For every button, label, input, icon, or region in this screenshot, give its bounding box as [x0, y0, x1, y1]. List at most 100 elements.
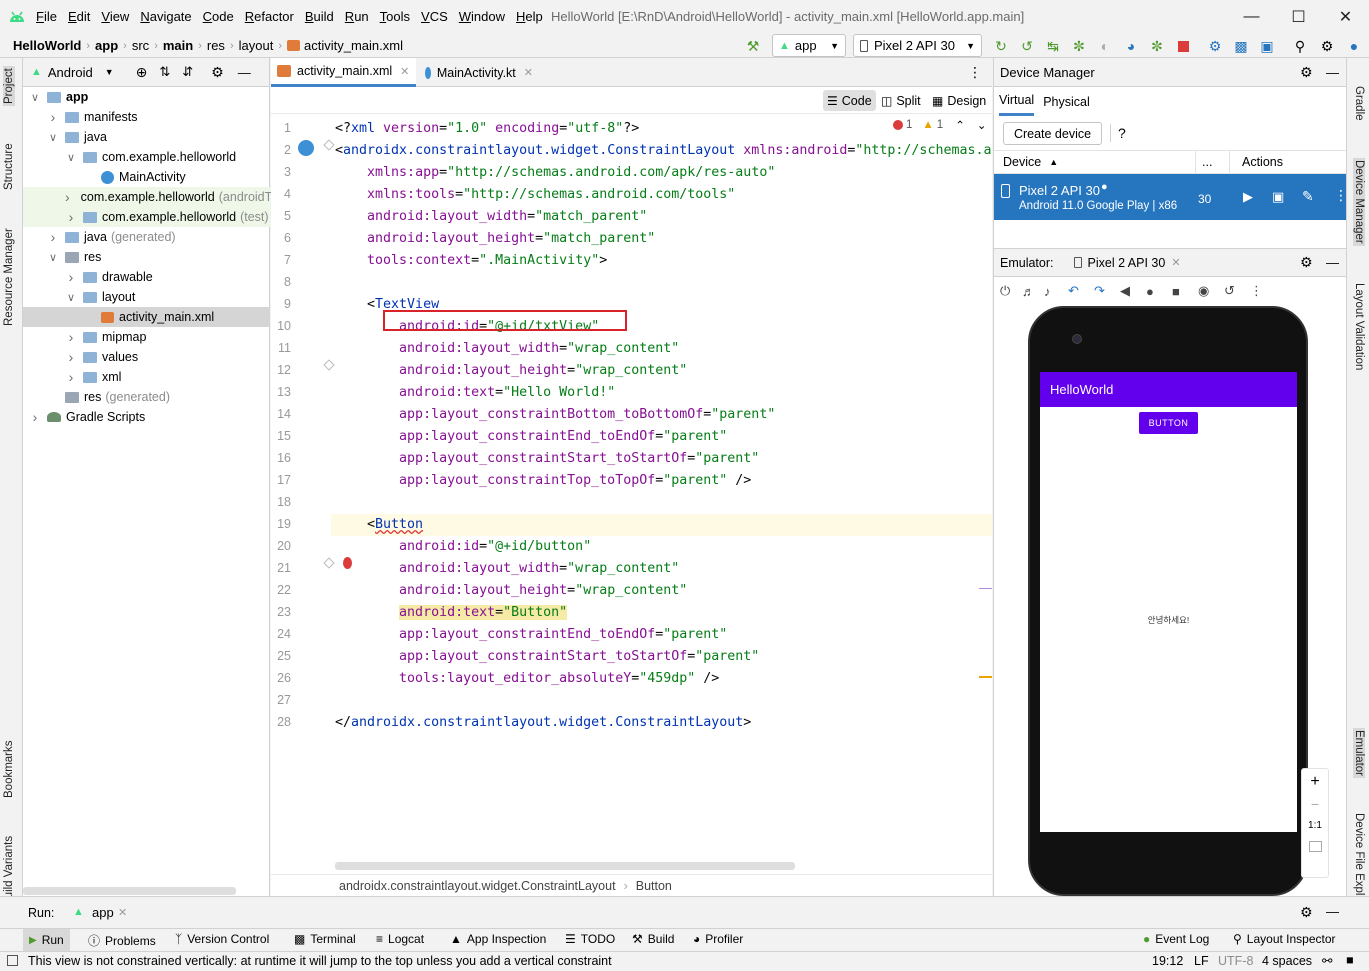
- code-line[interactable]: android:layout_height="match_parent": [335, 228, 655, 250]
- tree-item[interactable]: ∨ layout: [23, 287, 270, 307]
- status-message[interactable]: This view is not constrained vertically:…: [28, 954, 612, 968]
- menu-view[interactable]: View: [101, 9, 129, 24]
- tree-item[interactable]: › mipmap: [23, 327, 270, 347]
- chevron-down-icon[interactable]: ∨: [65, 291, 77, 304]
- folder-icon[interactable]: ▣: [1272, 189, 1284, 205]
- tree-item[interactable]: › values: [23, 347, 270, 367]
- resource-manager-tool-tab[interactable]: Resource Manager: [3, 228, 15, 326]
- logcat-tool-button[interactable]: ≡ Logcat: [376, 932, 424, 946]
- menu-file[interactable]: File: [36, 9, 57, 24]
- hide-panel-icon[interactable]: —: [238, 65, 251, 80]
- memory-indicator-icon[interactable]: ■: [1346, 953, 1354, 967]
- back-icon[interactable]: ◀: [1120, 283, 1146, 299]
- todo-tool-button[interactable]: ☰ TODO: [565, 932, 615, 946]
- chevron-right-icon[interactable]: ›: [65, 269, 77, 285]
- chevron-right-icon[interactable]: ›: [65, 349, 77, 365]
- run-config-tab[interactable]: app: [92, 905, 114, 920]
- tab-virtual[interactable]: Virtual: [999, 87, 1035, 116]
- code-line[interactable]: </androidx.constraintlayout.widget.Const…: [335, 712, 751, 734]
- hide-panel-icon[interactable]: —: [1326, 255, 1339, 270]
- tree-item[interactable]: ∨ app: [23, 87, 270, 107]
- project-tool-tab[interactable]: Project: [3, 66, 15, 106]
- close-tab-icon[interactable]: ✕: [524, 66, 533, 79]
- settings-icon[interactable]: ⚙: [1318, 37, 1336, 55]
- chevron-right-icon[interactable]: ›: [47, 109, 59, 125]
- play-icon[interactable]: ▶: [1243, 189, 1253, 205]
- column-device[interactable]: Device: [1003, 155, 1041, 169]
- inspection-widget[interactable]: 1 ▲ 1 ⌃ ⌄: [893, 118, 986, 132]
- code-line[interactable]: app:layout_constraintEnd_toEndOf="parent…: [335, 624, 727, 646]
- code-line[interactable]: android:text="Hello World!": [335, 382, 615, 404]
- column-actions[interactable]: Actions: [1242, 155, 1283, 169]
- close-tab-icon[interactable]: ✕: [1171, 256, 1180, 269]
- tree-item[interactable]: › xml: [23, 367, 270, 387]
- bookmarks-tool-tab[interactable]: Bookmarks: [3, 740, 15, 798]
- code-line[interactable]: app:layout_constraintStart_toStartOf="pa…: [335, 646, 759, 668]
- version-control-tool-button[interactable]: ᛉ Version Control: [175, 932, 269, 946]
- close-tab-icon[interactable]: ✕: [400, 65, 409, 78]
- event-log-tool-button[interactable]: ● Event Log: [1143, 932, 1209, 946]
- tree-item[interactable]: › java (generated): [23, 227, 270, 247]
- column-api[interactable]: ...: [1202, 155, 1212, 169]
- device-select[interactable]: Pixel 2 API 30 ▼: [853, 34, 982, 57]
- build-tool-button[interactable]: ⚒ Build: [632, 932, 674, 946]
- apply-changes-icon[interactable]: ↺: [1018, 37, 1036, 55]
- tree-item[interactable]: › com.example.helloworld (test): [23, 207, 270, 227]
- apply-code-changes-icon[interactable]: ↹: [1044, 37, 1062, 55]
- fold-icon[interactable]: [323, 557, 335, 569]
- tree-item[interactable]: › Gradle Scripts: [23, 407, 270, 427]
- code-line[interactable]: xmlns:app="http://schemas.android.com/ap…: [335, 162, 775, 184]
- lock-icon[interactable]: ⚯: [1322, 953, 1332, 968]
- menu-refactor[interactable]: Refactor: [245, 9, 294, 24]
- collapse-all-icon[interactable]: ⇵: [182, 64, 193, 80]
- horizontal-scrollbar[interactable]: [23, 887, 236, 895]
- stop-icon[interactable]: [1174, 37, 1192, 55]
- chevron-right-icon[interactable]: ›: [65, 209, 77, 225]
- tab-activity-main-xml[interactable]: activity_main.xml ✕: [271, 58, 416, 87]
- breadcrumb-item[interactable]: HelloWorld: [13, 38, 81, 53]
- tree-item[interactable]: ∨ java: [23, 127, 270, 147]
- chevron-right-icon[interactable]: ›: [47, 229, 59, 245]
- code-line[interactable]: app:layout_constraintStart_toStartOf="pa…: [335, 448, 759, 470]
- hammer-icon[interactable]: ⚒: [744, 37, 762, 55]
- tree-item[interactable]: ∨ res: [23, 247, 270, 267]
- breadcrumb-item[interactable]: src: [132, 38, 149, 53]
- hide-panel-icon[interactable]: —: [1326, 65, 1339, 80]
- settings-icon[interactable]: ⚙: [1300, 904, 1313, 921]
- gradle-tool-tab[interactable]: Gradle: [1353, 86, 1365, 121]
- run-tool-button[interactable]: ▶ Run: [23, 929, 70, 951]
- tree-item[interactable]: ∨ com.example.helloworld: [23, 147, 270, 167]
- chevron-right-icon[interactable]: ›: [65, 329, 77, 345]
- code-line[interactable]: app:layout_constraintTop_toTopOf="parent…: [335, 470, 751, 492]
- search-icon[interactable]: ⚲: [1291, 37, 1309, 55]
- emulator-tool-tab[interactable]: Emulator: [1353, 728, 1365, 779]
- volume-down-icon[interactable]: ♪: [1044, 284, 1068, 299]
- attach-debugger-icon[interactable]: ✼: [1148, 37, 1166, 55]
- device-manager-icon[interactable]: ▩: [1232, 37, 1250, 55]
- coverage-icon[interactable]: ◐: [1096, 37, 1114, 55]
- breadcrumb-item[interactable]: layout: [239, 38, 274, 53]
- code-line[interactable]: android:layout_height="wrap_content": [335, 360, 687, 382]
- menu-run[interactable]: Run: [345, 9, 369, 24]
- menu-edit[interactable]: Edit: [68, 9, 90, 24]
- snapshot-icon[interactable]: ↺: [1224, 283, 1250, 299]
- device-manager-tool-tab[interactable]: Device Manager: [1353, 158, 1365, 246]
- layout-validation-tool-tab[interactable]: Layout Validation: [1353, 283, 1365, 370]
- menu-code[interactable]: Code: [203, 9, 234, 24]
- menu-build[interactable]: Build: [305, 9, 334, 24]
- settings-icon[interactable]: ⚙: [1300, 254, 1313, 271]
- volume-up-icon[interactable]: ♬: [1022, 284, 1044, 299]
- sdk-manager-icon[interactable]: ▣: [1258, 37, 1276, 55]
- chevron-down-icon[interactable]: ∨: [47, 131, 59, 144]
- debug-icon[interactable]: ✼: [1070, 37, 1088, 55]
- caret-position[interactable]: 19:12: [1152, 954, 1183, 968]
- code-line[interactable]: android:text="Button": [335, 602, 568, 624]
- code-line[interactable]: tools:context=".MainActivity">: [335, 250, 607, 272]
- code-line[interactable]: <Button: [335, 514, 423, 536]
- tab-physical[interactable]: Physical: [1043, 89, 1090, 115]
- tree-item[interactable]: › com.example.helloworld (androidTest): [23, 187, 292, 207]
- line-separator[interactable]: LF: [1194, 954, 1209, 968]
- chevron-down-icon[interactable]: ∨: [65, 151, 77, 164]
- zoom-actual-size[interactable]: 1:1: [1302, 820, 1328, 831]
- more-tabs-icon[interactable]: ⋮: [968, 64, 982, 81]
